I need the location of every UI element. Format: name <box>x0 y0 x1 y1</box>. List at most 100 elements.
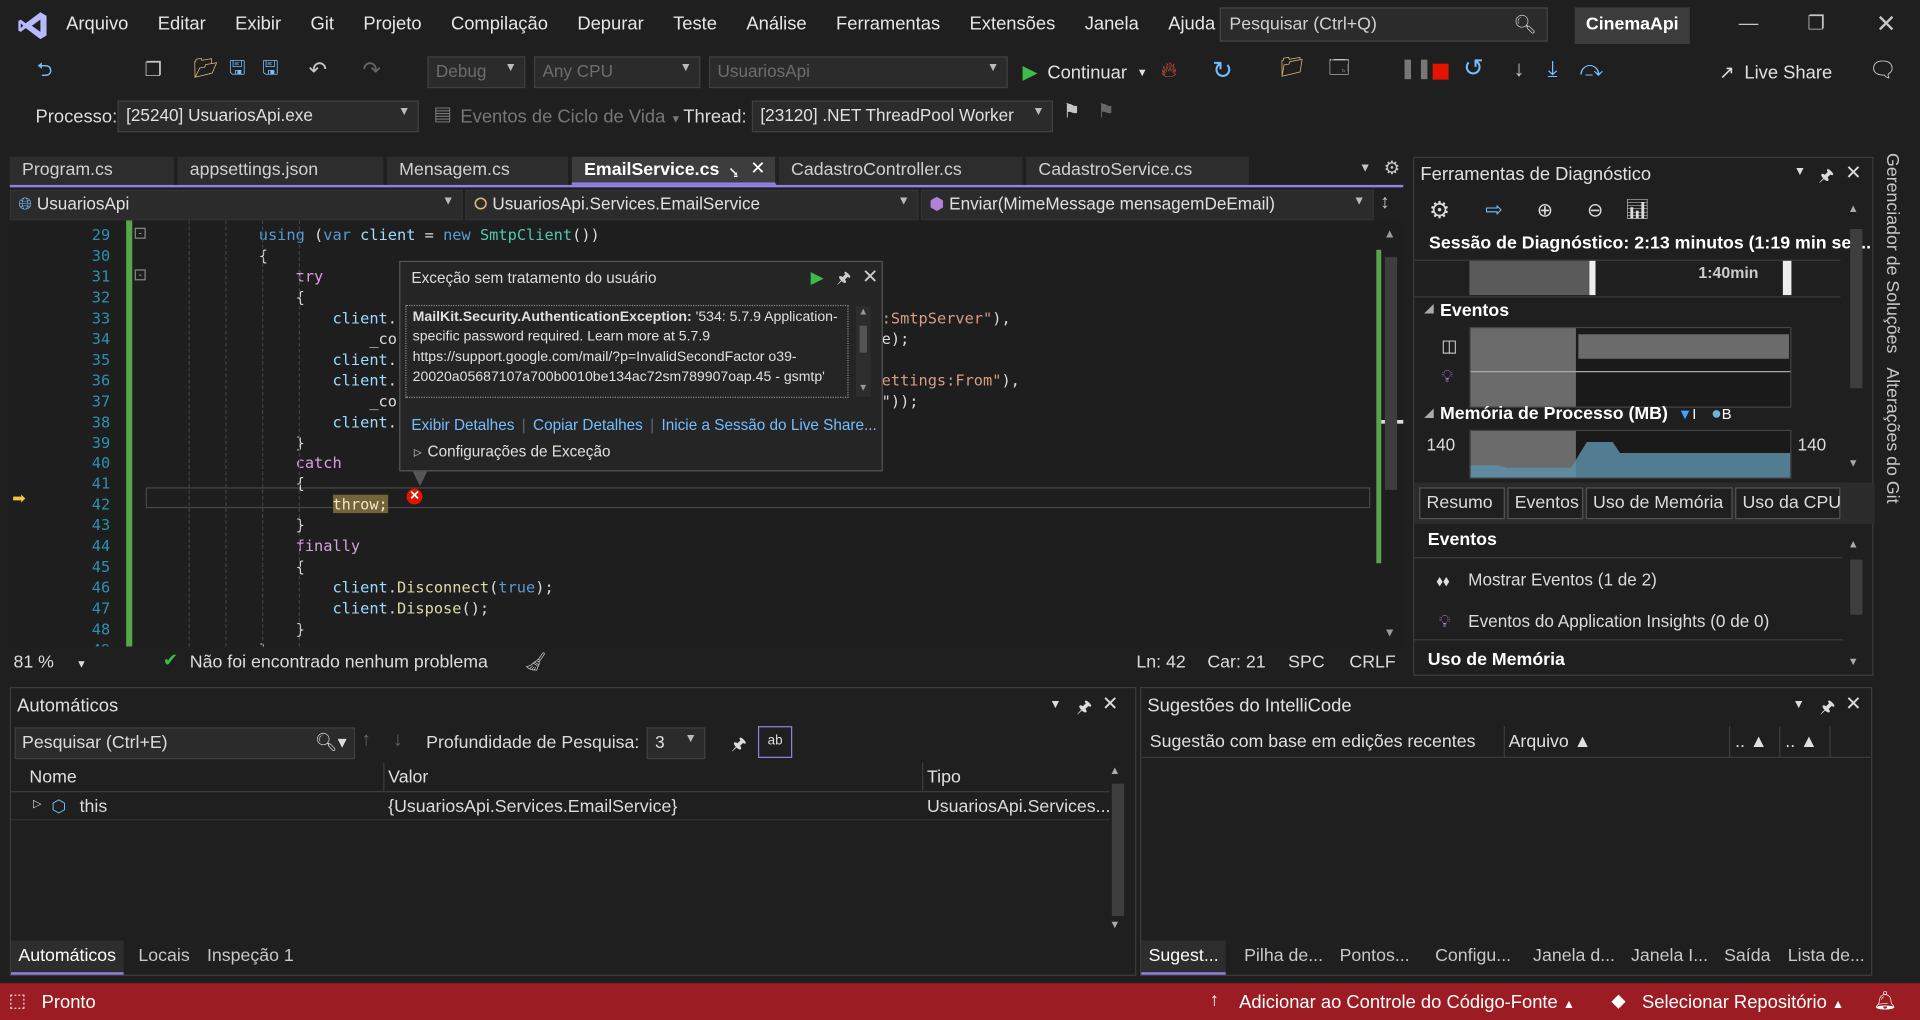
exception-link[interactable]: Inicie a Sessão do Live Share... <box>661 416 876 433</box>
menu-item[interactable]: Ferramentas <box>836 13 940 34</box>
hot-reload-icon[interactable]: 🔥︎ <box>1161 59 1177 81</box>
open-folder-icon[interactable]: 📂︎ <box>193 59 218 80</box>
code-cleanup-icon[interactable]: 🧹︎ <box>524 651 547 673</box>
close-popup-icon[interactable]: ✕ <box>862 264 878 288</box>
exception-error-icon[interactable]: ✕ <box>406 488 423 505</box>
bottom-tab[interactable]: Sugest... <box>1141 940 1227 975</box>
app-insights-events-link[interactable]: Eventos do Application Insights (0 de 0) <box>1468 611 1769 631</box>
tab-cadastroservice-cs[interactable]: CadastroService.cs <box>1026 156 1251 185</box>
refresh-icon[interactable]: ↻ <box>1212 59 1233 83</box>
code-line[interactable]: throw; <box>148 495 388 514</box>
table-row[interactable]: ▷ ⬡ this {UsuariosApi.Services.EmailServ… <box>11 793 1110 821</box>
settings-icon[interactable]: ⚙ <box>1429 197 1450 225</box>
summary-scrollbar[interactable]: ▲ ▼ <box>1848 538 1868 673</box>
folder-icon[interactable]: 📁︎ <box>1280 58 1305 79</box>
pin-source-icon[interactable]: 🖈 <box>731 731 747 760</box>
show-events-link[interactable]: Mostrar Eventos (1 de 2) <box>1468 569 1657 589</box>
pause-icon[interactable]: ❚❚ <box>1400 59 1433 80</box>
continue-play-icon[interactable]: ▶ <box>811 267 824 288</box>
zoom-in-icon[interactable]: ⊕ <box>1537 198 1553 222</box>
close-panel-icon[interactable]: ✕ <box>1845 160 1861 184</box>
platform-dropdown[interactable]: Any CPU ▼ <box>533 56 701 89</box>
collapse-toggle-icon[interactable]: - <box>134 269 146 281</box>
diag-tab[interactable]: Eventos <box>1507 487 1584 520</box>
class-dropdown[interactable]: ⭘ UsuariosApi.Services.EmailService ▼ <box>465 189 919 221</box>
pin-icon[interactable]: 🖈 <box>836 267 851 294</box>
code-line[interactable]: client. <box>148 350 397 368</box>
column-4[interactable]: .. ▲ <box>1785 732 1817 752</box>
close-panel-icon[interactable]: ✕ <box>1845 692 1861 716</box>
bottom-tab[interactable]: Inspeção 1 <box>200 940 302 974</box>
bottom-tab[interactable]: Lista de... <box>1780 940 1872 974</box>
message-scrollbar[interactable]: ▲ ▼ <box>855 306 871 397</box>
bottom-tab[interactable]: Saída <box>1717 940 1778 974</box>
column-name[interactable]: Nome <box>29 768 76 788</box>
bottom-tab[interactable]: Automáticos <box>11 940 124 975</box>
whitespace-status[interactable]: SPC <box>1288 653 1325 673</box>
solution-explorer-tab[interactable]: Gerenciador de Soluções <box>1882 153 1902 353</box>
bottom-tab[interactable]: Janela d... <box>1526 940 1623 974</box>
member-dropdown[interactable]: ⬢ Enviar(MimeMessage mensagemDeEmail) ▼ <box>920 189 1374 221</box>
split-editor-icon[interactable]: ↕ <box>1380 193 1390 213</box>
autos-scrollbar[interactable]: ▲ ▼ <box>1109 764 1129 938</box>
column-status[interactable]: Car: 21 <box>1207 653 1265 673</box>
memory-section-label[interactable]: Memória de Processo (MB) ▼ I ● B <box>1440 404 1732 424</box>
tab-list-dropdown-icon[interactable]: ▼ <box>1359 162 1371 175</box>
exception-link[interactable]: Copiar Detalhes <box>533 416 643 433</box>
pin-panel-icon[interactable]: 🖈 <box>1076 694 1092 723</box>
bottom-tab[interactable]: Configu... <box>1428 940 1519 974</box>
project-dropdown[interactable]: 🌐︎ UsuariosApi ▼ <box>9 189 463 221</box>
redo-icon[interactable]: ↷ <box>362 59 380 81</box>
close-tab-icon[interactable]: ✕ <box>750 159 765 179</box>
editor-vertical-scrollbar[interactable]: ▲ ▼ <box>1376 220 1404 647</box>
tab-appsettings-json[interactable]: appsettings.json <box>177 156 385 185</box>
menu-item[interactable]: Depurar <box>577 13 643 34</box>
thread-dropdown[interactable]: [23120] .NET ThreadPool Worker ▼ <box>751 100 1054 133</box>
exception-link[interactable]: Exibir Detalhes <box>411 416 514 433</box>
code-line[interactable]: client. <box>148 308 397 326</box>
code-line[interactable]: _co <box>148 391 397 409</box>
step-over-icon[interactable]: ⤼ <box>1580 58 1604 80</box>
code-line[interactable]: } <box>148 640 268 646</box>
diag-tab[interactable]: Resumo <box>1419 487 1505 520</box>
stop-icon[interactable] <box>1432 63 1449 80</box>
export-icon[interactable]: ⇨ <box>1485 198 1502 222</box>
code-line-tail[interactable]: gs:SmtpServer"), <box>863 308 1010 326</box>
close-panel-icon[interactable]: ✕ <box>1102 692 1118 716</box>
minimize-icon[interactable]: — <box>1739 14 1759 35</box>
pin-panel-icon[interactable]: 🖈 <box>1818 163 1834 192</box>
expand-arrow-icon[interactable]: ▷ <box>33 797 41 810</box>
code-line-tail[interactable]: ")); <box>882 391 919 409</box>
bottom-tab[interactable]: Locais <box>131 940 197 974</box>
autos-search-input[interactable]: Pesquisar (Ctrl+E) 🔍︎▾ <box>14 727 356 760</box>
notifications-bell-icon[interactable]: 🔔︎ <box>1873 989 1896 1012</box>
add-source-control-button[interactable]: Adicionar ao Controle do Código-Fonte ▲ <box>1239 992 1575 1013</box>
line-ending-status[interactable]: CRLF <box>1349 653 1395 673</box>
menu-item[interactable]: Exibir <box>235 13 281 34</box>
tab-cadastrocontroller-cs[interactable]: CadastroController.cs <box>778 156 1024 185</box>
close-window-icon[interactable]: ✕ <box>1876 12 1897 36</box>
diag-tab[interactable]: Uso de Memória <box>1585 487 1733 520</box>
save-all-icon[interactable]: 🖫 <box>262 59 279 80</box>
git-changes-tab[interactable]: Alterações do Git <box>1882 367 1902 503</box>
menu-item[interactable]: Projeto <box>363 13 421 34</box>
code-line[interactable]: client. <box>148 412 397 430</box>
lifecycle-events-dropdown[interactable]: Eventos de Ciclo de Vida ▼ <box>460 107 681 128</box>
menu-item[interactable]: Compilação <box>451 13 548 34</box>
diag-scrollbar[interactable]: ▲ ▼ <box>1848 202 1868 474</box>
browser-icon[interactable]: 🗔 <box>1329 58 1350 79</box>
panel-menu-icon[interactable]: ▼ <box>1794 165 1806 178</box>
timeline-ruler[interactable]: 1:40min <box>1469 260 1792 296</box>
menu-item[interactable]: Análise <box>746 13 806 34</box>
feedback-icon[interactable]: 🗨 <box>1869 59 1897 81</box>
select-repository-button[interactable]: Selecionar Repositório ▲ <box>1642 992 1844 1013</box>
back-icon[interactable]: ⮌ <box>37 61 53 81</box>
step-into-icon[interactable]: ⤓ <box>1548 58 1558 80</box>
flag-icon[interactable]: ⚑ <box>1063 102 1081 123</box>
collapse-toggle-icon[interactable]: - <box>134 227 146 239</box>
tab-mensagem-cs[interactable]: Mensagem.cs <box>386 156 570 185</box>
column-file[interactable]: Arquivo ▲ <box>1509 732 1592 752</box>
zoom-level-dropdown[interactable]: 81 % ▼ <box>13 653 86 673</box>
menu-item[interactable]: Extensões <box>970 13 1056 34</box>
column-3[interactable]: .. ▲ <box>1735 732 1767 752</box>
